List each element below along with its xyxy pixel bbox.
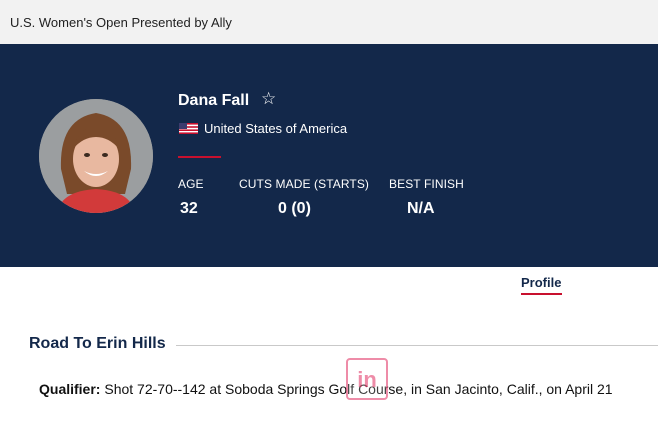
stat-cuts-label: CUTS MADE (STARTS) [239, 177, 370, 191]
stat-best-finish-label: BEST FINISH [389, 177, 464, 191]
section-title: Road To Erin Hills [29, 335, 166, 352]
favorite-star-icon[interactable]: ☆ [261, 89, 276, 109]
watermark-logo-icon: in [346, 358, 388, 400]
us-flag-icon [179, 123, 198, 134]
stat-best-finish-value: N/A [407, 200, 435, 217]
stat-age-value: 32 [180, 200, 198, 217]
stat-cuts-value: 0 (0) [278, 200, 311, 217]
section-divider [176, 345, 658, 346]
player-country: United States of America [204, 121, 348, 136]
stat-age-label: AGE [178, 177, 204, 191]
player-avatar [39, 99, 153, 213]
hero-divider [178, 156, 221, 158]
qualifier-label: Qualifier: [39, 381, 101, 397]
top-bar: U.S. Women's Open Presented by Ally [0, 0, 658, 45]
qualifier-text: Qualifier: Shot 72-70--142 at Soboda Spr… [39, 381, 613, 397]
player-name: Dana Fall [178, 92, 250, 109]
tab-profile[interactable]: Profile [521, 275, 561, 290]
player-hero: Dana Fall ☆ United States of America AGE… [0, 44, 658, 267]
tab-active-indicator [521, 293, 562, 295]
event-title[interactable]: U.S. Women's Open Presented by Ally [10, 15, 232, 30]
